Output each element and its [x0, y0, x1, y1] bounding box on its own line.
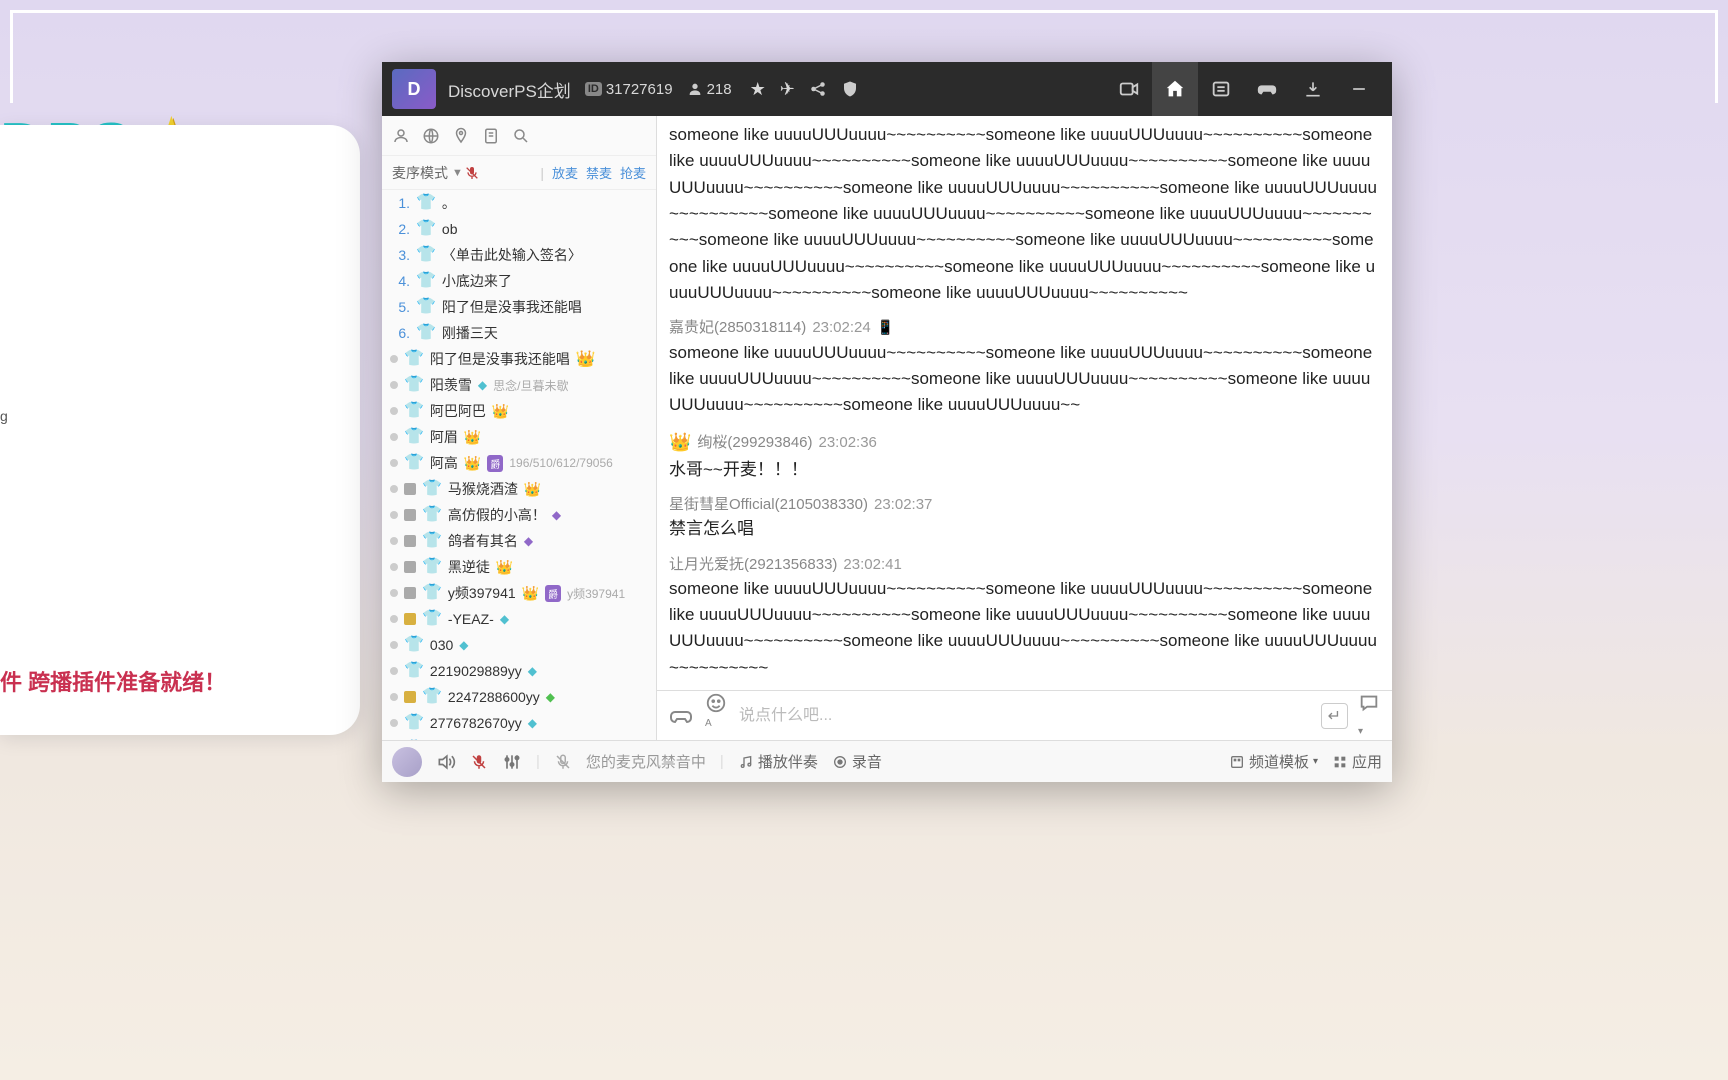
pin-icon[interactable]	[452, 127, 470, 145]
list-item[interactable]: 👕阿高👑爵196/510/612/79056	[382, 450, 656, 476]
chevron-down-icon[interactable]: ▼	[452, 167, 463, 179]
online-count[interactable]: 218	[687, 81, 732, 98]
profile-icon[interactable]	[392, 127, 410, 145]
chat-panel: someone like uuuuUUUuuuu~~~~~~~~~~someon…	[657, 116, 1392, 740]
globe-icon[interactable]	[422, 127, 440, 145]
mic-mode-bar: 麦序模式 ▼ | 放麦 禁麦 抢麦	[382, 156, 656, 190]
id-icon: ID	[585, 82, 602, 96]
app-window: D DiscoverPS企划 ID 31727619 218 ★ ✈	[382, 62, 1392, 782]
list-item[interactable]: 👕2219029889yy◆	[382, 658, 656, 684]
bottom-bar: | 您的麦克风禁音中 | 播放伴奏 录音 频道模板▾ 应用	[382, 740, 1392, 782]
download-icon[interactable]	[1290, 62, 1336, 116]
record-button[interactable]: 录音	[832, 751, 882, 772]
channel-template-button[interactable]: 频道模板▾	[1229, 751, 1318, 772]
list-item[interactable]: 👕黑逆徒👑	[382, 554, 656, 580]
chat-input-bar: A ↵ ▾	[657, 690, 1392, 740]
list-item[interactable]: 👕y频397941👑爵y频397941	[382, 580, 656, 606]
list-icon[interactable]	[1198, 62, 1244, 116]
mic-status-text: 您的麦克风禁音中	[586, 751, 706, 772]
channel-logo[interactable]: D	[392, 69, 436, 109]
release-mic-link[interactable]: 放麦	[552, 163, 578, 182]
sidebar-toolbar	[382, 116, 656, 156]
list-item[interactable]: 2.👕ob	[382, 216, 656, 242]
chat-log[interactable]: someone like uuuuUUUuuuu~~~~~~~~~~someon…	[657, 116, 1392, 690]
game-input-icon[interactable]	[669, 704, 693, 728]
apps-button[interactable]: 应用	[1332, 751, 1382, 772]
chat-message: 👑绚桜(299293846)23:02:36水哥~~开麦！！！	[669, 429, 1380, 483]
titlebar: D DiscoverPS企划 ID 31727619 218 ★ ✈	[382, 62, 1392, 116]
list-item[interactable]: 👕-YEAZ-◆	[382, 606, 656, 632]
user-list[interactable]: 1.👕。2.👕ob3.👕〈单击此处输入签名〉4.👕小底边来了5.👕阳了但是没事我…	[382, 190, 656, 740]
mute-mic-link[interactable]: 禁麦	[586, 163, 612, 182]
channel-id[interactable]: ID 31727619	[585, 81, 673, 98]
list-item[interactable]: 👕高仿假的小高！◆	[382, 502, 656, 528]
game-icon[interactable]	[1244, 62, 1290, 116]
chat-message: 让月光爱抚(2921356833)23:02:41someone like uu…	[669, 553, 1380, 682]
list-item[interactable]: 1.👕。	[382, 190, 656, 216]
list-item[interactable]: 👕阿眉👑	[382, 424, 656, 450]
enter-icon[interactable]: ↵	[1321, 703, 1348, 729]
list-item[interactable]: 👕阳了但是没事我还能唱👑	[382, 346, 656, 372]
search-icon[interactable]	[512, 127, 530, 145]
list-item[interactable]: 👕阿巴阿巴👑	[382, 398, 656, 424]
shield-icon[interactable]	[841, 80, 859, 98]
channel-title: DiscoverPS企划	[448, 77, 571, 102]
list-item[interactable]: 5.👕阳了但是没事我还能唱	[382, 294, 656, 320]
video-icon[interactable]	[1106, 62, 1152, 116]
chat-bubble-icon[interactable]: ▾	[1358, 692, 1380, 740]
chat-message: 嘉贵妃(2850318114)23:02:24📱someone like uuu…	[669, 316, 1380, 418]
user-avatar[interactable]	[392, 747, 422, 777]
plane-icon[interactable]: ✈	[780, 79, 795, 100]
play-track-button[interactable]: 播放伴奏	[738, 751, 818, 772]
speaker-icon[interactable]	[436, 752, 456, 772]
list-item[interactable]: 👕阳羡雪◆思念/旦暮未歇	[382, 372, 656, 398]
grab-mic-link[interactable]: 抢麦	[620, 163, 646, 182]
emoji-input-icon[interactable]: A	[705, 692, 727, 740]
person-icon	[687, 81, 703, 97]
mic-off-icon[interactable]	[463, 164, 481, 182]
star-icon[interactable]: ★	[750, 79, 766, 100]
list-item[interactable]: 6.👕刚播三天	[382, 320, 656, 346]
share-icon[interactable]	[809, 80, 827, 98]
home-icon[interactable]	[1152, 62, 1198, 116]
equalizer-icon[interactable]	[502, 752, 522, 772]
overlay-small-text: g	[0, 408, 8, 424]
overlay-footer-text: 件 跨播插件准备就绪！	[0, 665, 226, 697]
list-item[interactable]: 3.👕〈单击此处输入签名〉	[382, 242, 656, 268]
chat-message: 星街彗星Official(2105038330)23:02:37禁言怎么唱	[669, 493, 1380, 543]
list-item[interactable]: 👕2247288600yy◆	[382, 684, 656, 710]
note-icon[interactable]	[482, 127, 500, 145]
mic-muted-icon[interactable]	[470, 753, 488, 771]
overlay-comment-card: g 件 跨播插件准备就绪！	[0, 125, 360, 735]
mic-status-icon[interactable]	[554, 753, 572, 771]
list-item[interactable]: 👕030◆	[382, 632, 656, 658]
chat-input[interactable]	[739, 707, 1309, 725]
list-item[interactable]: 👕2776782670yy◆	[382, 710, 656, 736]
list-item[interactable]: 👕鸽者有其名◆	[382, 528, 656, 554]
mic-mode-label: 麦序模式	[392, 163, 448, 183]
list-item[interactable]: 4.👕小底边来了	[382, 268, 656, 294]
minimize-icon[interactable]	[1336, 62, 1382, 116]
chat-message: someone like uuuuUUUuuuu~~~~~~~~~~someon…	[669, 122, 1380, 306]
list-item[interactable]: 👕马猴烧酒渣👑	[382, 476, 656, 502]
user-sidebar: 麦序模式 ▼ | 放麦 禁麦 抢麦 1.👕。2.👕ob3.👕〈单击此处输入签名〉…	[382, 116, 657, 740]
